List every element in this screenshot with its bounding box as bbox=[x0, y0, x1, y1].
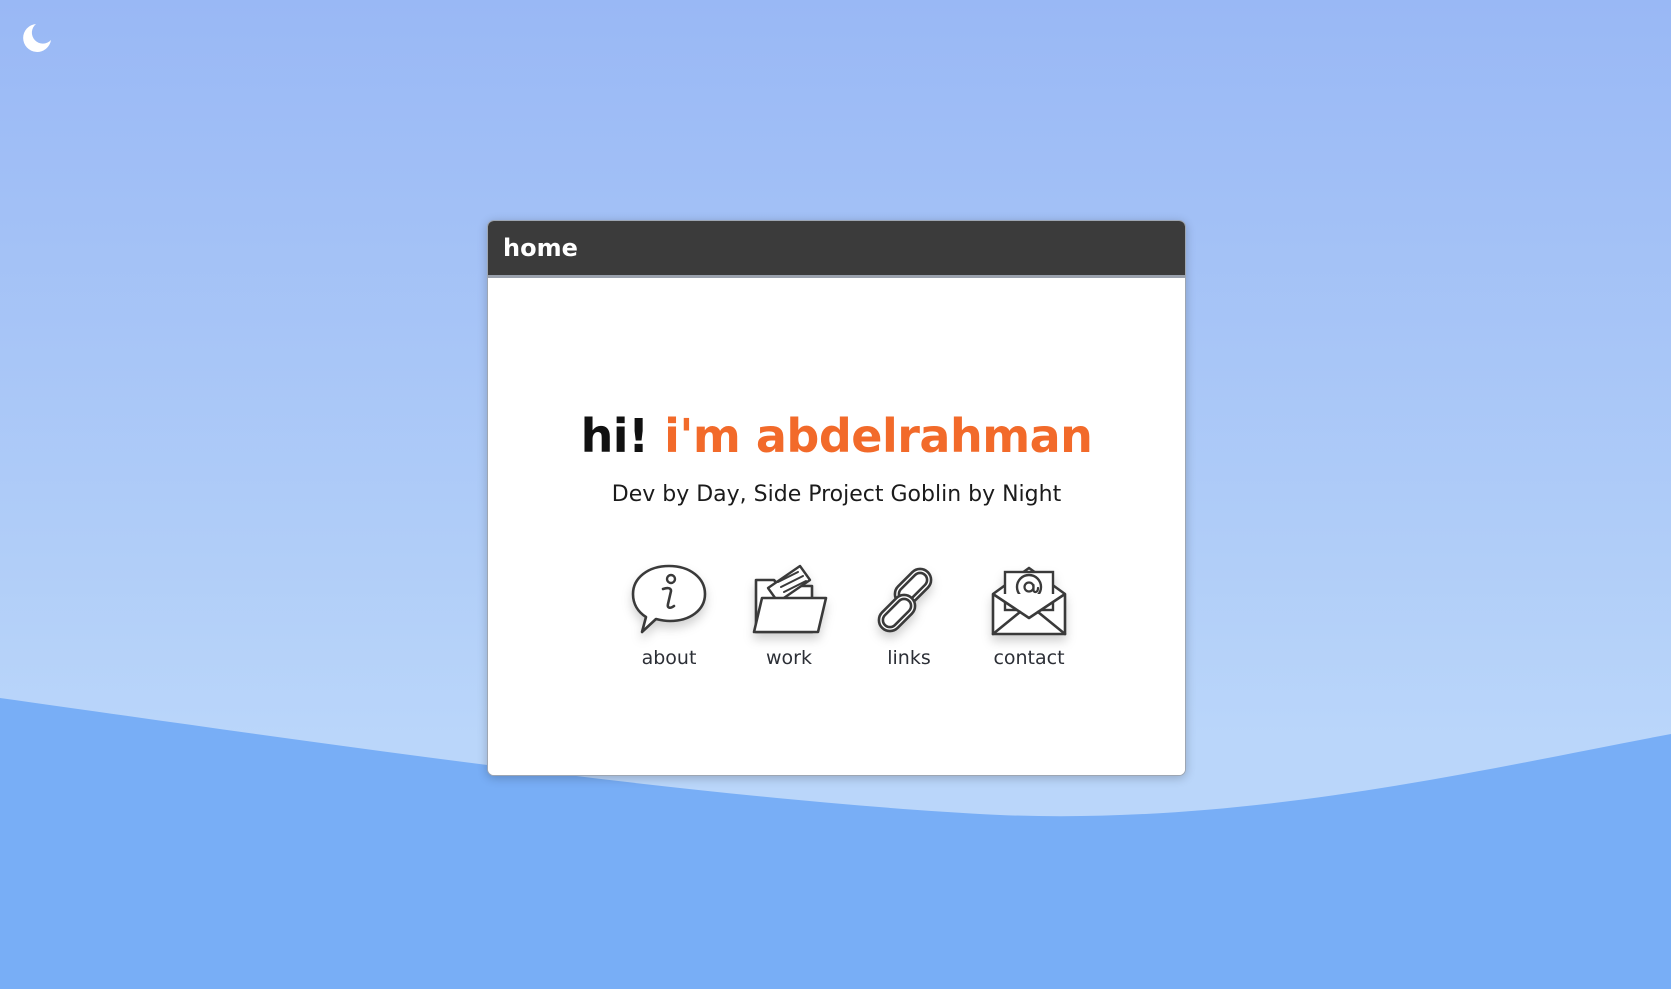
nav-label: links bbox=[887, 647, 931, 669]
theme-toggle-button[interactable] bbox=[18, 20, 54, 56]
info-speech-bubble-icon bbox=[631, 564, 707, 634]
nav-label: about bbox=[641, 647, 697, 669]
headline-greeting: hi! bbox=[580, 409, 650, 463]
nav-item-work[interactable]: work bbox=[729, 558, 849, 669]
nav-item-contact[interactable]: contact bbox=[969, 558, 1089, 669]
headline: hi! i'm abdelrahman bbox=[488, 409, 1185, 463]
nav-item-links[interactable]: links bbox=[849, 558, 969, 669]
headline-name: i'm abdelrahman bbox=[664, 409, 1093, 463]
tagline: Dev by Day, Side Project Goblin by Night bbox=[611, 482, 1062, 507]
folder-icon bbox=[752, 564, 828, 634]
nav-label: contact bbox=[993, 647, 1065, 669]
window-title: home bbox=[503, 234, 578, 262]
window-titlebar[interactable]: home bbox=[488, 221, 1185, 278]
window-content: hi! i'm abdelrahman Dev by Day, Side Pro… bbox=[488, 278, 1185, 775]
home-window: home hi! i'm abdelrahman Dev by Day, Sid… bbox=[487, 220, 1186, 776]
chain-link-icon bbox=[877, 567, 933, 633]
envelope-icon bbox=[991, 566, 1067, 636]
nav-label: work bbox=[766, 647, 812, 669]
moon-icon bbox=[23, 24, 51, 52]
nav-item-about[interactable]: about bbox=[609, 558, 729, 669]
nav-icons: about work links contact bbox=[609, 558, 1089, 669]
